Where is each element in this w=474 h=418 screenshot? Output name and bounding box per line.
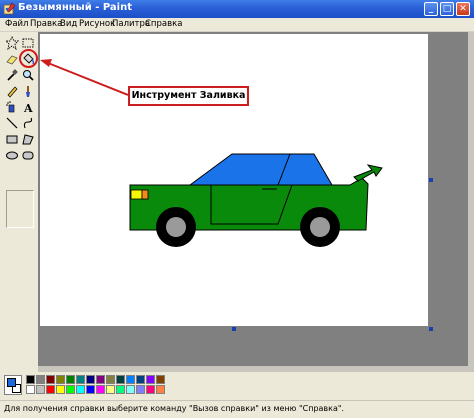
- status-text: Для получения справки выберите команду "…: [4, 404, 345, 413]
- current-colors[interactable]: [4, 375, 22, 395]
- callout-arrow: [40, 59, 129, 96]
- status-bar: Для получения справки выберите команду "…: [0, 400, 474, 418]
- palette-swatch[interactable]: [26, 375, 35, 384]
- palette-swatch[interactable]: [76, 375, 85, 384]
- palette-swatch[interactable]: [156, 385, 165, 394]
- palette-swatch[interactable]: [76, 385, 85, 394]
- palette-swatch[interactable]: [86, 385, 95, 394]
- palette-swatch[interactable]: [56, 375, 65, 384]
- palette-swatch[interactable]: [56, 385, 65, 394]
- paint-window: Безымянный - Paint _ □ ✕ Файл Правка Вид…: [0, 0, 474, 418]
- palette-swatch[interactable]: [46, 375, 55, 384]
- palette-swatch[interactable]: [66, 375, 75, 384]
- palette-swatch[interactable]: [46, 385, 55, 394]
- palette-swatch[interactable]: [106, 375, 115, 384]
- palette-swatch[interactable]: [146, 385, 155, 394]
- callout-label: Инструмент Заливка: [128, 86, 249, 106]
- palette-swatch[interactable]: [26, 385, 35, 394]
- palette-swatch[interactable]: [136, 375, 145, 384]
- color-palette: [0, 372, 474, 400]
- palette-swatch[interactable]: [126, 375, 135, 384]
- palette-swatch[interactable]: [146, 375, 155, 384]
- palette-swatch[interactable]: [136, 385, 145, 394]
- palette-swatch[interactable]: [116, 385, 125, 394]
- palette-swatch[interactable]: [86, 375, 95, 384]
- palette-swatch[interactable]: [96, 375, 105, 384]
- palette-swatch[interactable]: [116, 375, 125, 384]
- palette-swatch[interactable]: [66, 385, 75, 394]
- palette-swatch[interactable]: [126, 385, 135, 394]
- palette-swatch[interactable]: [106, 385, 115, 394]
- palette-swatch[interactable]: [36, 375, 45, 384]
- palette-swatch[interactable]: [156, 375, 165, 384]
- foreground-color-swatch[interactable]: [7, 378, 16, 387]
- palette-swatch[interactable]: [96, 385, 105, 394]
- palette-swatch[interactable]: [36, 385, 45, 394]
